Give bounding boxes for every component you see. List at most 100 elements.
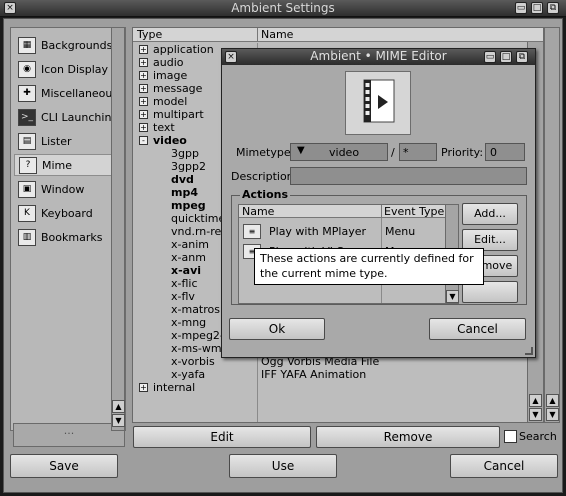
action-script-icon: ≡ <box>243 224 261 239</box>
sidebar-item-label: Lister <box>41 134 72 148</box>
tree-row[interactable]: x-yafa IFF YAFA Animation <box>133 368 528 381</box>
collapse-icon[interactable]: - <box>139 136 148 145</box>
mime-type-icon-button[interactable] <box>345 71 411 135</box>
tree-row-type: x-flic <box>171 277 198 290</box>
priority-field[interactable]: 0 <box>485 143 525 161</box>
column-header-action-name[interactable]: Name <box>242 205 274 218</box>
sidebar-drag-handle[interactable]: ... <box>13 423 125 447</box>
expand-icon[interactable]: + <box>139 58 148 67</box>
tree-row-type: internal <box>153 381 196 394</box>
save-button[interactable]: Save <box>10 454 118 478</box>
sidebar-item-miscellaneous[interactable]: ✚ Miscellaneous <box>14 82 122 104</box>
sidebar-item-window[interactable]: ▣ Window <box>14 178 122 200</box>
video-file-icon <box>363 79 395 123</box>
depth-icon[interactable]: ⧉ <box>547 2 559 14</box>
expand-icon[interactable]: + <box>139 123 148 132</box>
dialog-titlebar[interactable]: Ambient • MIME Editor × ▭ □ ⧉ <box>222 49 535 65</box>
save-button-label: Save <box>49 459 79 473</box>
sidebar-item-mime[interactable]: ? Mime <box>14 154 122 176</box>
action-row[interactable]: ≡ Play with MPlayer Menu <box>239 223 457 241</box>
sidebar-item-keyboard[interactable]: K Keyboard <box>14 202 122 224</box>
description-field[interactable] <box>290 167 527 185</box>
expand-icon[interactable]: + <box>139 383 148 392</box>
expand-icon[interactable]: + <box>139 71 148 80</box>
cancel-button[interactable]: Cancel <box>450 454 558 478</box>
column-header-event-type[interactable]: Event Type <box>384 205 444 218</box>
tree-row-type: x-yafa <box>171 368 206 381</box>
sidebar-item-cli-launching[interactable]: >_ CLI Launching <box>14 106 122 128</box>
expand-icon[interactable]: + <box>139 97 148 106</box>
sidebar-item-backgrounds[interactable]: ▦ Backgrounds <box>14 34 122 56</box>
use-button[interactable]: Use <box>229 454 337 478</box>
mimetype-minor-field[interactable]: * <box>399 143 437 161</box>
sidebar-scroll-up-icon[interactable]: ▲ <box>112 400 125 413</box>
action-event: Menu <box>385 225 416 238</box>
tree-row-type: x-mng <box>171 316 207 329</box>
sidebar-scrollbar[interactable]: ▲ ▼ <box>111 27 125 431</box>
column-header-type[interactable]: Type <box>137 28 162 41</box>
tree-row-type: x-avi <box>171 264 202 277</box>
sidebar-item-label: Mime <box>42 158 73 172</box>
tree-row-name: IFF YAFA Animation <box>261 368 367 381</box>
tree-row-type: x-vorbis <box>171 355 215 368</box>
tree-row-type: x-matrosk <box>171 303 227 316</box>
tree-row-type: 3gpp <box>171 147 199 160</box>
edit-button[interactable]: Edit <box>133 426 311 448</box>
sidebar-item-icon-display[interactable]: ◉ Icon Display <box>14 58 122 80</box>
actions-scroll-down-icon[interactable]: ▼ <box>446 290 459 303</box>
tree-row-type: message <box>153 82 203 95</box>
ok-button[interactable]: Ok <box>229 318 325 340</box>
sidebar-item-label: Keyboard <box>41 206 93 220</box>
description-label: Description: <box>231 170 298 183</box>
column-header-name[interactable]: Name <box>261 28 293 41</box>
tree-row-type: dvd <box>171 173 194 186</box>
add-action-button[interactable]: Add... <box>462 203 518 225</box>
tree-row-type: x-anm <box>171 251 206 264</box>
chevron-down-icon: ▼ <box>297 145 305 156</box>
backgrounds-icon: ▦ <box>18 36 36 54</box>
dialog-cancel-button[interactable]: Cancel <box>429 318 526 340</box>
tree-row-type: x-mpeg2- <box>171 329 224 342</box>
expand-icon[interactable]: + <box>139 45 148 54</box>
tree-row-type: x-flv <box>171 290 195 303</box>
sidebar-scroll-down-icon[interactable]: ▼ <box>112 414 125 427</box>
outer-scroll-up-icon[interactable]: ▲ <box>546 394 559 407</box>
window-icon: ▣ <box>18 180 36 198</box>
sidebar-item-label: Window <box>41 182 85 196</box>
scroll-down-arrow-icon[interactable]: ▼ <box>529 408 542 421</box>
sidebar-item-lister[interactable]: ▤ Lister <box>14 130 122 152</box>
sidebar-bottom-label: ... <box>63 424 75 437</box>
dialog-close-icon[interactable]: × <box>225 51 237 63</box>
remove-button[interactable]: Remove <box>316 426 500 448</box>
close-icon[interactable]: × <box>4 2 16 14</box>
tree-row-type: application <box>153 43 214 56</box>
iconify-icon[interactable]: ▭ <box>515 2 527 14</box>
sidebar-item-bookmarks[interactable]: ▥ Bookmarks <box>14 226 122 248</box>
expand-icon[interactable]: + <box>139 110 148 119</box>
cancel-button-label: Cancel <box>483 459 525 473</box>
mimetype-major-select[interactable]: ▼ video <box>290 143 388 161</box>
tree-row-type: vnd.rn-re <box>171 225 222 238</box>
priority-value: 0 <box>490 146 497 159</box>
remove-button-label: Remove <box>383 430 433 444</box>
dialog-cancel-label: Cancel <box>457 322 498 336</box>
window-titlebar[interactable]: Ambient Settings × ▭ □ ⧉ <box>0 0 566 17</box>
outer-scroll-down-icon[interactable]: ▼ <box>546 408 559 421</box>
sidebar-item-label: Miscellaneous <box>41 86 119 100</box>
resize-grip-icon[interactable] <box>525 347 533 355</box>
dialog-zoom-icon[interactable]: □ <box>500 51 512 63</box>
window-title: Ambient Settings <box>231 1 335 15</box>
tree-row[interactable]: + internal <box>133 381 528 394</box>
expand-icon[interactable]: + <box>139 84 148 93</box>
outer-scrollbar[interactable]: ▲ ▼ <box>544 27 560 423</box>
zoom-icon[interactable]: □ <box>531 2 543 14</box>
dialog-depth-icon[interactable]: ⧉ <box>516 51 528 63</box>
dialog-iconify-icon[interactable]: ▭ <box>484 51 496 63</box>
tree-row-type: multipart <box>153 108 204 121</box>
scroll-up-arrow-icon[interactable]: ▲ <box>529 394 542 407</box>
tree-row-type: audio <box>153 56 184 69</box>
search-checkbox[interactable] <box>504 430 517 443</box>
mimetype-slash: / <box>391 146 395 159</box>
actions-list-header: Name Event Type <box>239 205 457 218</box>
add-action-label: Add... <box>474 207 506 220</box>
